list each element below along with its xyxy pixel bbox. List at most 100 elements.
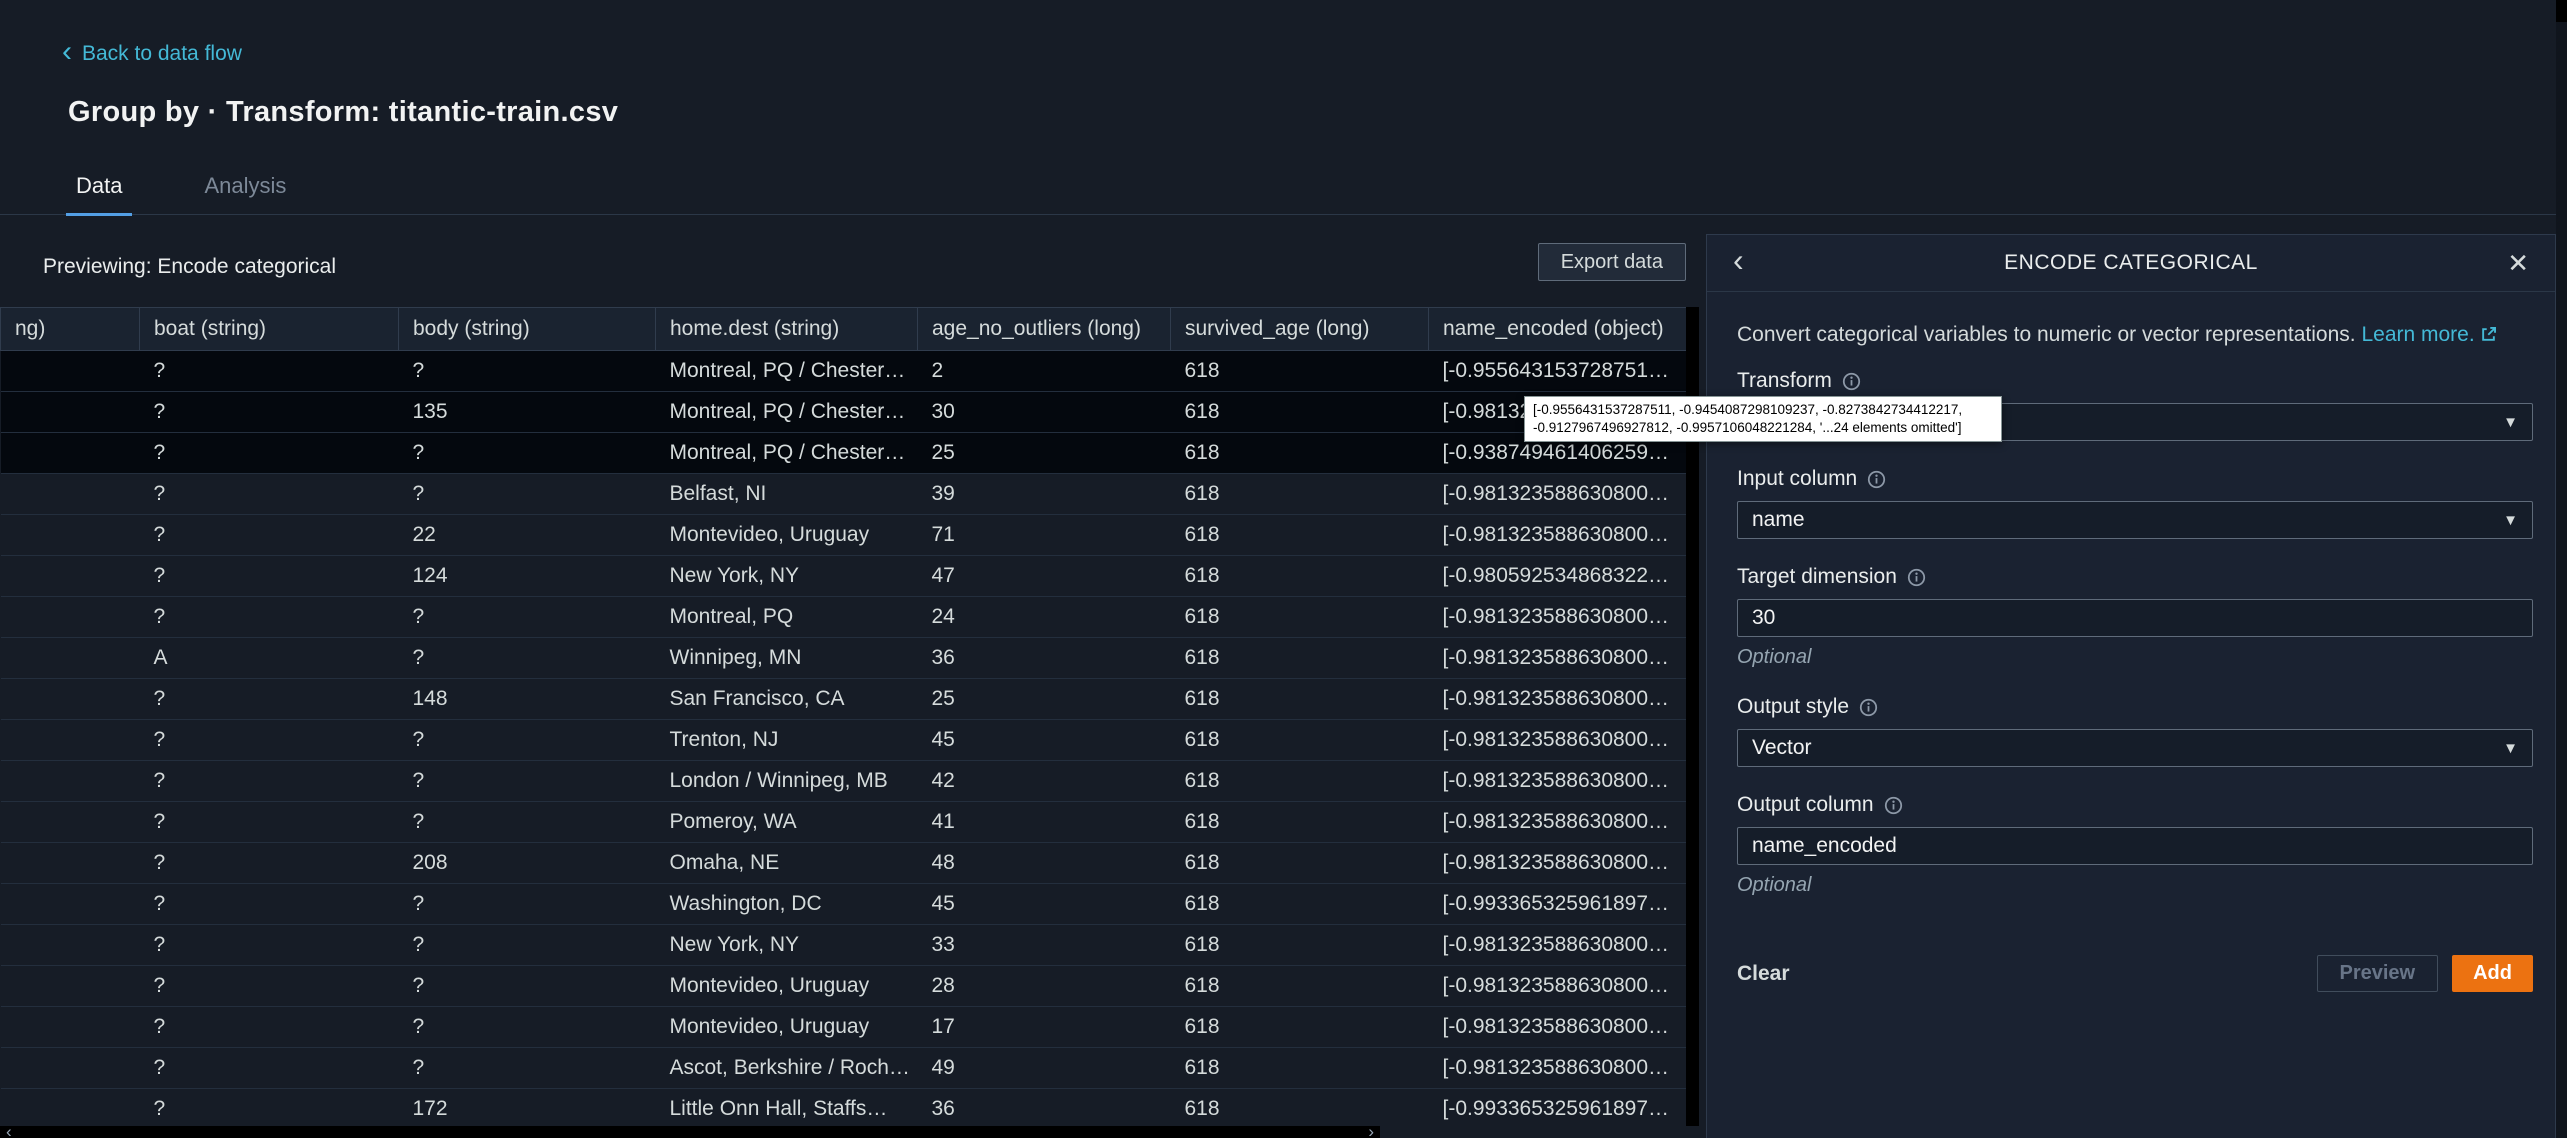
- back-to-data-flow-link[interactable]: ‹ Back to data flow: [62, 42, 242, 66]
- tab-analysis[interactable]: Analysis: [198, 173, 292, 215]
- table-row[interactable]: ??New York, NY33618[-0.981323588630800…: [1, 925, 1687, 966]
- table-cell: 172: [399, 1089, 656, 1127]
- table-cell: 618: [1171, 884, 1429, 925]
- table-cell: Washington, DC: [656, 884, 918, 925]
- table-cell: 618: [1171, 802, 1429, 843]
- learn-more-link[interactable]: Learn more.: [2361, 323, 2497, 346]
- column-header[interactable]: survived_age (long): [1171, 308, 1429, 351]
- table-cell: ?: [399, 802, 656, 843]
- table-cell: [1, 925, 140, 966]
- output-style-select-value: Vector: [1752, 736, 1812, 760]
- data-table: ng)boat (string)body (string)home.dest (…: [0, 307, 1686, 1126]
- column-header[interactable]: name_encoded (object): [1429, 308, 1687, 351]
- table-horizontal-scrollbar[interactable]: ‹ ›: [0, 1126, 1702, 1138]
- close-icon[interactable]: ✕: [2507, 248, 2529, 279]
- table-cell: 618: [1171, 392, 1429, 433]
- table-row[interactable]: ??London / Winnipeg, MB42618[-0.98132358…: [1, 761, 1687, 802]
- info-icon[interactable]: [1907, 568, 1926, 587]
- table-cell: [1, 1048, 140, 1089]
- table-cell: ?: [140, 474, 399, 515]
- table-row[interactable]: ??Montreal, PQ / Chester…25618[-0.938749…: [1, 433, 1687, 474]
- table-cell: 618: [1171, 1007, 1429, 1048]
- table-cell: ?: [140, 1048, 399, 1089]
- info-icon[interactable]: [1859, 698, 1878, 717]
- page-vertical-scrollbar[interactable]: [2556, 0, 2567, 1138]
- table-cell: 618: [1171, 966, 1429, 1007]
- clear-button[interactable]: Clear: [1737, 962, 1790, 986]
- table-cell: [-0.993365325961897…: [1429, 1089, 1687, 1127]
- table-cell: ?: [399, 474, 656, 515]
- column-header[interactable]: ng): [1, 308, 140, 351]
- table-cell: San Francisco, CA: [656, 679, 918, 720]
- table-cell: 71: [918, 515, 1171, 556]
- table-cell: [1, 392, 140, 433]
- table-cell: [1, 474, 140, 515]
- info-icon[interactable]: [1842, 372, 1861, 391]
- column-header[interactable]: boat (string): [140, 308, 399, 351]
- table-row[interactable]: ?148San Francisco, CA25618[-0.9813235886…: [1, 679, 1687, 720]
- column-header[interactable]: home.dest (string): [656, 308, 918, 351]
- table-cell: Ascot, Berkshire / Roch…: [656, 1048, 918, 1089]
- scroll-right-icon[interactable]: ›: [1368, 1122, 1374, 1138]
- output-column-input[interactable]: [1737, 827, 2533, 865]
- table-row[interactable]: ?124New York, NY47618[-0.980592534868322…: [1, 556, 1687, 597]
- table-header-row: ng)boat (string)body (string)home.dest (…: [1, 308, 1687, 351]
- table-cell: [-0.981323588630800…: [1429, 1007, 1687, 1048]
- table-cell: ?: [140, 884, 399, 925]
- info-icon[interactable]: [1884, 796, 1903, 815]
- table-cell: ?: [399, 1007, 656, 1048]
- table-cell: 618: [1171, 1048, 1429, 1089]
- panel-title: ENCODE CATEGORICAL: [1707, 251, 2555, 275]
- table-cell: [-0.981323588630800…: [1429, 720, 1687, 761]
- table-cell: [1, 720, 140, 761]
- target-dimension-input[interactable]: [1737, 599, 2533, 637]
- table-row[interactable]: ?208Omaha, NE48618[-0.981323588630800…: [1, 843, 1687, 884]
- panel-back-icon[interactable]: ‹: [1733, 244, 1744, 276]
- tab-data[interactable]: Data: [70, 173, 128, 215]
- export-data-button[interactable]: Export data: [1538, 243, 1686, 281]
- back-chevron-icon: ‹: [62, 42, 72, 62]
- table-cell: 618: [1171, 515, 1429, 556]
- table-cell: ?: [399, 925, 656, 966]
- table-cell: 42: [918, 761, 1171, 802]
- table-row[interactable]: ??Montreal, PQ / Chester…2618[-0.9556431…: [1, 351, 1687, 392]
- table-row[interactable]: ??Montevideo, Uruguay17618[-0.9813235886…: [1, 1007, 1687, 1048]
- horizontal-scrollbar-thumb[interactable]: ‹ ›: [0, 1126, 1380, 1138]
- input-column-select[interactable]: name ▼: [1737, 501, 2533, 539]
- table-cell: 618: [1171, 679, 1429, 720]
- table-row[interactable]: ?22Montevideo, Uruguay71618[-0.981323588…: [1, 515, 1687, 556]
- table-cell: [-0.981323588630800…: [1429, 966, 1687, 1007]
- table-cell: [1, 433, 140, 474]
- table-cell: 135: [399, 392, 656, 433]
- table-cell: [1, 884, 140, 925]
- column-header[interactable]: body (string): [399, 308, 656, 351]
- scroll-left-icon[interactable]: ‹: [6, 1122, 12, 1138]
- table-row[interactable]: ?135Montreal, PQ / Chester…30618[-0.9813…: [1, 392, 1687, 433]
- table-row[interactable]: ??Trenton, NJ45618[-0.981323588630800…: [1, 720, 1687, 761]
- caret-down-icon: ▼: [2503, 512, 2518, 529]
- table-row[interactable]: ??Pomeroy, WA41618[-0.981323588630800…: [1, 802, 1687, 843]
- preview-button[interactable]: Preview: [2317, 955, 2439, 992]
- table-row[interactable]: ??Belfast, NI39618[-0.981323588630800…: [1, 474, 1687, 515]
- table-cell: [1, 515, 140, 556]
- table-cell: 148: [399, 679, 656, 720]
- table-row[interactable]: ??Ascot, Berkshire / Roch…49618[-0.98132…: [1, 1048, 1687, 1089]
- info-icon[interactable]: [1867, 470, 1886, 489]
- column-header[interactable]: age_no_outliers (long): [918, 308, 1171, 351]
- table-cell: New York, NY: [656, 556, 918, 597]
- table-cell: [1, 1089, 140, 1127]
- table-row[interactable]: ??Montreal, PQ24618[-0.981323588630800…: [1, 597, 1687, 638]
- table-row[interactable]: A?Winnipeg, MN36618[-0.981323588630800…: [1, 638, 1687, 679]
- table-cell: [1, 802, 140, 843]
- table-row[interactable]: ?172Little Onn Hall, Staffs…36618[-0.993…: [1, 1089, 1687, 1127]
- add-button[interactable]: Add: [2452, 955, 2533, 992]
- table-row[interactable]: ??Montevideo, Uruguay28618[-0.9813235886…: [1, 966, 1687, 1007]
- page-scrollbar-thumb[interactable]: [2556, 0, 2567, 22]
- table-cell: [-0.981323588630800…: [1429, 843, 1687, 884]
- table-cell: ?: [140, 925, 399, 966]
- table-cell: 36: [918, 638, 1171, 679]
- table-cell: 28: [918, 966, 1171, 1007]
- output-style-select[interactable]: Vector ▼: [1737, 729, 2533, 767]
- table-cell: [1, 843, 140, 884]
- table-row[interactable]: ??Washington, DC45618[-0.993365325961897…: [1, 884, 1687, 925]
